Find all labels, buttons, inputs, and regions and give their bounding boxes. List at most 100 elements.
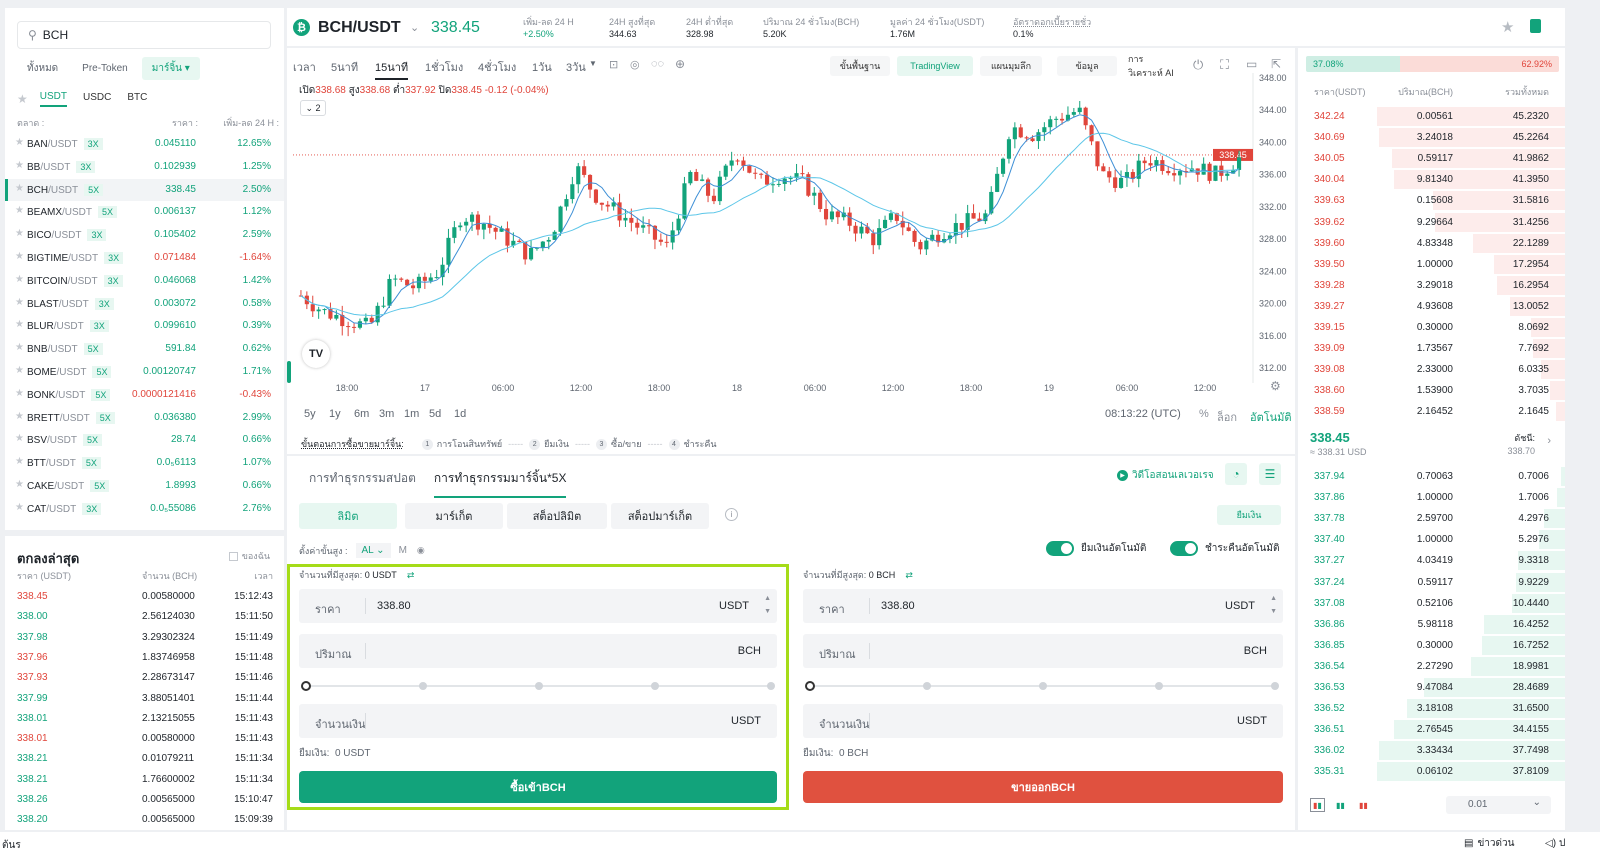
- order-type-tab[interactable]: สต็อปมาร์เก็ต: [611, 503, 709, 529]
- ask-row[interactable]: 339.08 2.33000 6.0335: [1298, 359, 1565, 380]
- favorite-star-icon[interactable]: ★: [15, 183, 24, 194]
- range-button[interactable]: 1y: [329, 408, 341, 420]
- pair-name[interactable]: BCH/USDT: [318, 19, 401, 37]
- speaker-control[interactable]: ◁) ป: [1545, 836, 1565, 851]
- favorite-star-icon[interactable]: ★: [15, 411, 24, 422]
- tab-btc[interactable]: BTC: [127, 92, 147, 106]
- market-row[interactable]: ★ BNB/USDT 5X 591.84 0.62%: [5, 338, 284, 360]
- search-box[interactable]: ⚲ BCH: [17, 21, 271, 49]
- favorite-star-icon[interactable]: ★: [15, 205, 24, 216]
- market-row[interactable]: ★ BB/USDT 3X 0.102939 1.25%: [5, 156, 284, 178]
- stepper-icon[interactable]: ▲ ▼: [764, 592, 771, 618]
- ask-row[interactable]: 339.27 4.93608 13.0052: [1298, 296, 1565, 317]
- share-icon[interactable]: ⇱: [1271, 57, 1281, 71]
- market-row[interactable]: ★ BITCOIN/USDT 3X 0.046068 1.42%: [5, 270, 284, 292]
- market-row[interactable]: ★ BICO/USDT 3X 0.105402 2.59%: [5, 224, 284, 246]
- book-asks-view-icon[interactable]: ▮▮: [1356, 798, 1371, 812]
- market-row[interactable]: ★ BLAST/USDT 3X 0.003072 0.58%: [5, 293, 284, 315]
- level-select[interactable]: AL ⌄: [355, 543, 391, 558]
- auto-repay-toggle[interactable]: ชำระคืนอัตโนมัติ: [1170, 541, 1279, 556]
- buy-button[interactable]: ซื้อเข้าBCH: [299, 771, 777, 803]
- stat-label[interactable]: อัตราดอกเบี้ยรายชั่ว: [1013, 16, 1091, 28]
- bid-row[interactable]: 337.86 1.00000 1.7006: [1298, 487, 1565, 508]
- bid-row[interactable]: 336.02 3.33434 37.7498: [1298, 740, 1565, 761]
- toggle-switch[interactable]: [1170, 541, 1198, 556]
- market-row[interactable]: ★ BAN/USDT 3X 0.045110 12.65%: [5, 133, 284, 155]
- range-button[interactable]: 5y: [304, 408, 316, 420]
- favorite-star-icon[interactable]: ★: [15, 274, 24, 285]
- favorite-star-icon[interactable]: ★: [15, 251, 24, 262]
- favorite-star-icon[interactable]: ★: [15, 228, 24, 239]
- favorite-star-icon[interactable]: ★: [15, 297, 24, 308]
- range-button[interactable]: 3m: [379, 408, 394, 420]
- power-icon[interactable]: ⏻: [1193, 57, 1203, 73]
- auto-borrow-toggle[interactable]: ยืมเงินอัตโนมัติ: [1046, 541, 1146, 556]
- level-m[interactable]: M: [399, 545, 407, 556]
- buy-price-field[interactable]: ราคา 338.80 USDT ▲ ▼: [299, 589, 777, 623]
- market-row[interactable]: ★ BSV/USDT 5X 28.74 0.66%: [5, 429, 284, 451]
- bid-row[interactable]: 337.24 0.59117 9.9229: [1298, 572, 1565, 593]
- buy-total-field[interactable]: จำนวนเงิน USDT: [299, 704, 777, 738]
- checkbox-icon[interactable]: [228, 551, 238, 561]
- sell-price-input[interactable]: 338.80: [881, 600, 915, 612]
- ask-row[interactable]: 340.04 9.81340 41.3950: [1298, 169, 1565, 190]
- ask-row[interactable]: 340.69 3.24018 45.2264: [1298, 127, 1565, 148]
- order-type-tab[interactable]: สต็อปลิมิต: [507, 503, 607, 529]
- market-row[interactable]: ★ BONK/USDT 5X 0.0000121416 -0.43%: [5, 384, 284, 406]
- favorite-star-icon[interactable]: ★: [15, 388, 24, 399]
- tab-all[interactable]: ทั้งหมด: [17, 57, 68, 80]
- bid-row[interactable]: 336.86 5.98118 16.4252: [1298, 614, 1565, 635]
- bid-row[interactable]: 337.08 0.52106 10.4440: [1298, 593, 1565, 614]
- transfer-icon[interactable]: ⇄: [407, 570, 415, 581]
- window-icon[interactable]: ▭: [1246, 57, 1257, 71]
- sidebar-expand-handle[interactable]: [287, 361, 291, 383]
- history-icon[interactable]: ◔: [1225, 463, 1247, 485]
- favorite-star-icon[interactable]: ★: [15, 433, 24, 444]
- percent-toggle[interactable]: %: [1199, 408, 1209, 420]
- chart-settings-icon[interactable]: ⚙: [1270, 379, 1281, 393]
- buy-quantity-field[interactable]: ปริมาณ BCH: [299, 634, 777, 668]
- auto-toggle[interactable]: อัตโนมัติ: [1250, 408, 1292, 426]
- add-icon[interactable]: ⊕: [675, 57, 685, 71]
- range-button[interactable]: 1m: [404, 408, 419, 420]
- ask-row[interactable]: 339.15 0.30000 8.0692: [1298, 317, 1565, 338]
- chevron-right-icon[interactable]: ›: [1547, 435, 1551, 447]
- ask-row[interactable]: 339.09 1.73567 7.7692: [1298, 338, 1565, 359]
- market-row[interactable]: ★ BLUR/USDT 3X 0.099610 0.39%: [5, 315, 284, 337]
- ask-row[interactable]: 340.05 0.59117 41.9862: [1298, 148, 1565, 169]
- range-button[interactable]: 5d: [429, 408, 441, 420]
- my-trades-toggle[interactable]: ของฉัน: [228, 549, 270, 563]
- bid-row[interactable]: 336.85 0.30000 16.7252: [1298, 635, 1565, 656]
- ask-row[interactable]: 339.60 4.83348 22.1289: [1298, 233, 1565, 254]
- tab-margin[interactable]: มาร์จิ้น ▾: [141, 56, 200, 80]
- order-type-tab[interactable]: มาร์เก็ต: [405, 503, 503, 529]
- sell-total-field[interactable]: จำนวนเงิน USDT: [803, 704, 1283, 738]
- tab-margin-5x[interactable]: การทำธุรกรรมมาร์จิ้น*5X: [433, 469, 567, 498]
- favorite-star-icon[interactable]: ★: [15, 479, 24, 490]
- range-button[interactable]: 1d: [454, 408, 466, 420]
- market-row[interactable]: ★ BOME/USDT 5X 0.00120747 1.71%: [5, 361, 284, 383]
- favorite-star-icon[interactable]: ★: [15, 137, 24, 148]
- dropdown-icon[interactable]: ▼: [589, 59, 597, 68]
- tab-usdt[interactable]: USDT: [39, 91, 67, 107]
- book-both-view-icon[interactable]: ▮ ▮: [1310, 798, 1325, 812]
- favorite-star-icon[interactable]: ★: [15, 342, 24, 353]
- book-bids-view-icon[interactable]: ▮▮: [1333, 798, 1348, 812]
- header-change[interactable]: เพิ่ม-ลด 24 H :: [223, 116, 279, 130]
- sell-button[interactable]: ขายออกBCH: [803, 771, 1283, 803]
- settings-sliders-icon[interactable]: ☰: [1259, 463, 1281, 485]
- favorite-star-icon[interactable]: ★: [15, 319, 24, 330]
- candle-type-icon[interactable]: ⊡: [609, 58, 618, 71]
- favorite-star-icon[interactable]: ★: [15, 456, 24, 467]
- tab-usdc[interactable]: USDC: [83, 92, 111, 106]
- stepper-icon[interactable]: ▲ ▼: [1270, 592, 1277, 618]
- sell-quantity-field[interactable]: ปริมาณ BCH: [803, 634, 1283, 668]
- sell-percent-slider[interactable]: [805, 681, 1281, 691]
- fullscreen-icon[interactable]: ⛶: [1220, 57, 1229, 73]
- market-row[interactable]: ★ CAKE/USDT 5X 1.8993 0.66%: [5, 475, 284, 497]
- header-market[interactable]: ตลาด :: [17, 118, 44, 128]
- range-button[interactable]: 6m: [354, 408, 369, 420]
- toggle-switch[interactable]: [1046, 541, 1074, 556]
- bid-row[interactable]: 335.31 0.06102 37.8109: [1298, 761, 1565, 782]
- header-price[interactable]: ราคา :: [172, 116, 198, 130]
